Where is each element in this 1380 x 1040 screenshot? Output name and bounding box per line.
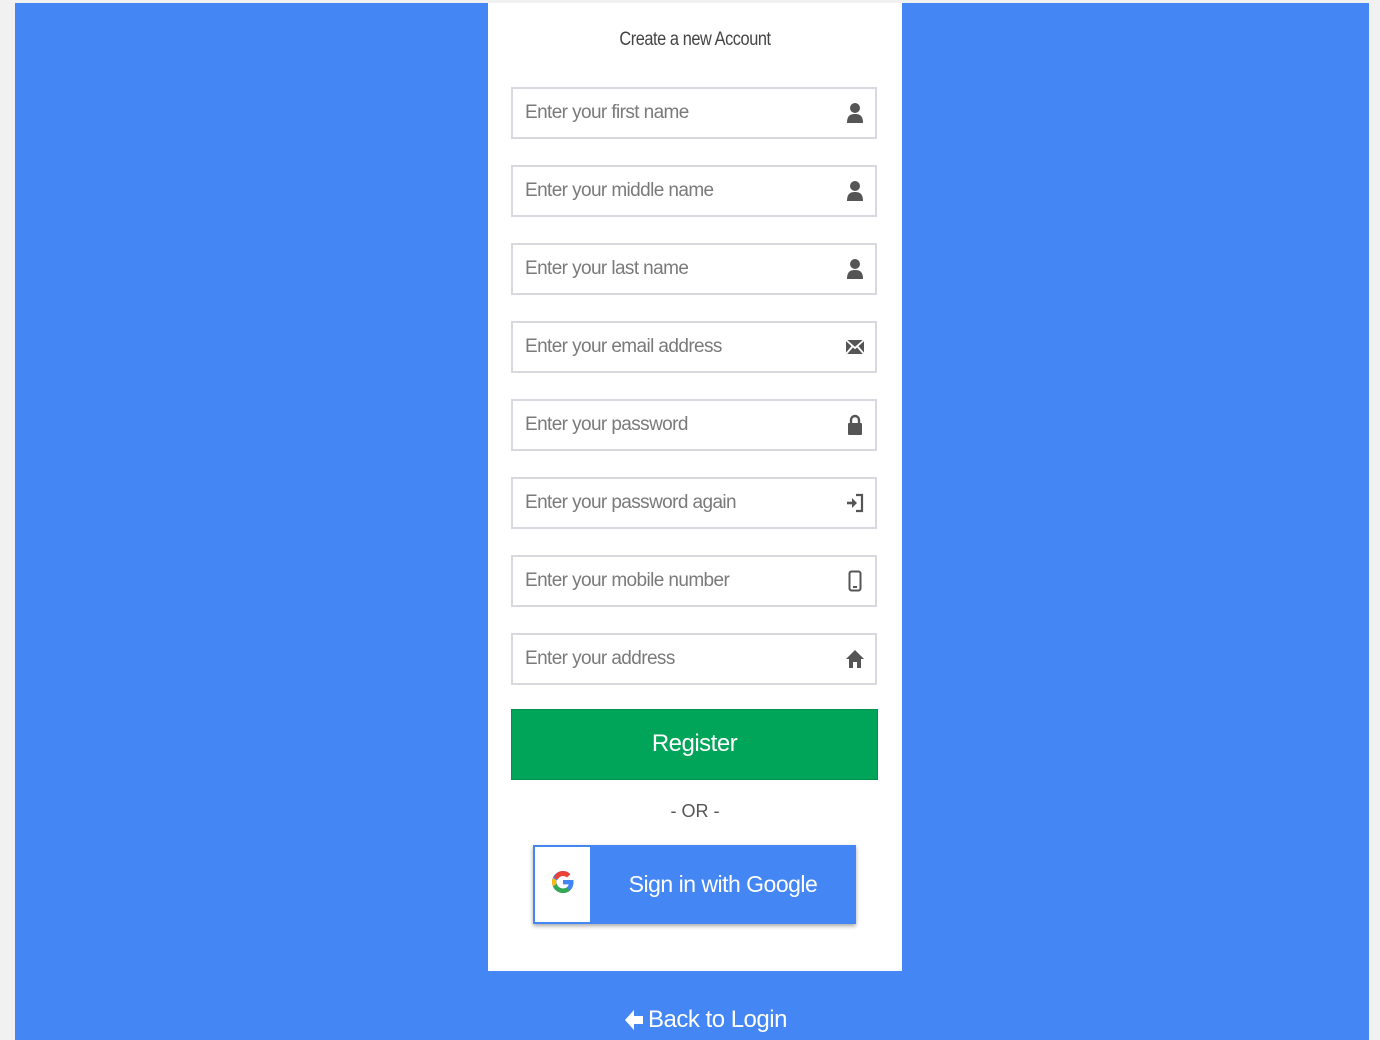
google-logo-box bbox=[535, 847, 590, 922]
first-name-field[interactable] bbox=[511, 87, 877, 139]
google-sign-in-button[interactable]: Sign in with Google bbox=[533, 845, 856, 924]
last-name-input[interactable] bbox=[513, 245, 825, 293]
password-field[interactable] bbox=[511, 399, 877, 451]
sign-in-icon bbox=[843, 491, 867, 515]
register-card: Create a new Account Enter your first na… bbox=[488, 3, 902, 971]
google-sign-in-label: Sign in with Google bbox=[628, 871, 818, 897]
form-title: Create a new Account bbox=[619, 29, 771, 50]
envelope-icon bbox=[843, 335, 867, 359]
middle-name-field[interactable] bbox=[511, 165, 877, 217]
address-input[interactable] bbox=[513, 635, 825, 683]
home-icon bbox=[843, 647, 867, 671]
middle-name-input[interactable] bbox=[513, 167, 825, 215]
email-input[interactable] bbox=[513, 323, 825, 371]
mobile-phone-icon bbox=[843, 569, 867, 593]
first-name-input[interactable] bbox=[513, 89, 825, 137]
mobile-input[interactable] bbox=[513, 557, 825, 605]
confirm-password-field[interactable] bbox=[511, 477, 877, 529]
password-input[interactable] bbox=[513, 401, 825, 449]
address-field[interactable] bbox=[511, 633, 877, 685]
google-logo-icon bbox=[551, 870, 575, 899]
user-icon bbox=[843, 101, 867, 125]
last-name-field[interactable] bbox=[511, 243, 877, 295]
lock-icon bbox=[843, 413, 867, 437]
user-icon bbox=[843, 257, 867, 281]
back-to-login-link[interactable]: Back to Login bbox=[624, 1000, 787, 1040]
back-to-login-label: Back to Login bbox=[648, 1006, 787, 1033]
email-field[interactable] bbox=[511, 321, 877, 373]
register-button[interactable]: Register bbox=[511, 709, 878, 780]
or-divider: - OR - bbox=[670, 801, 720, 821]
arrow-left-icon bbox=[624, 1008, 646, 1032]
confirm-password-input[interactable] bbox=[513, 479, 825, 527]
user-icon bbox=[843, 179, 867, 203]
mobile-field[interactable] bbox=[511, 555, 877, 607]
